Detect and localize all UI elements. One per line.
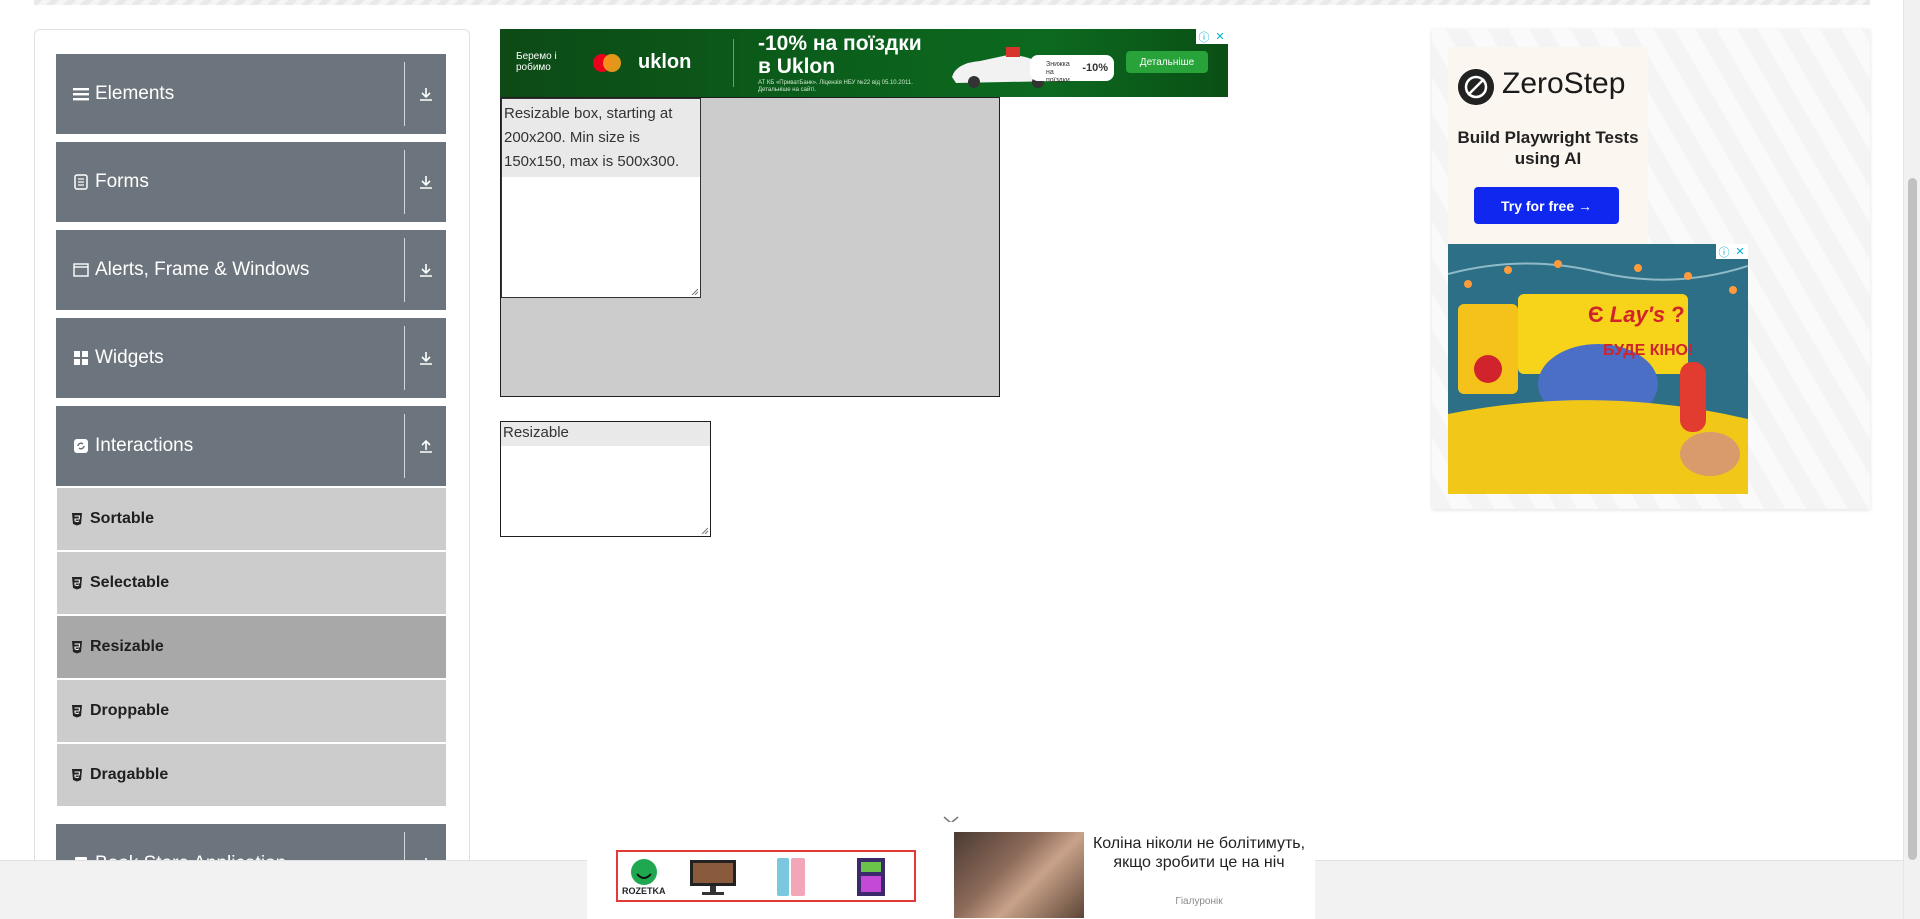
lays-text1: Є [1588, 302, 1604, 327]
html5-icon [71, 704, 83, 718]
rozetka-ad[interactable]: ROZETKA [616, 850, 916, 902]
form-icon [73, 174, 89, 190]
mastercard-logo [593, 54, 621, 72]
ad-info-icon[interactable]: ⓘ [1716, 244, 1732, 259]
lays-brand: Lay's [1609, 302, 1666, 327]
download-arrow-icon[interactable] [404, 238, 446, 302]
news-title[interactable]: Коліна ніколи не болітимуть, якщо зробит… [1084, 834, 1314, 872]
resizable-box-text: Resizable box, starting at 200x200. Min … [502, 99, 700, 177]
scrollbar-thumb[interactable] [1908, 178, 1917, 860]
sidebar-item-label: Droppable [90, 702, 170, 719]
interactions-icon [73, 438, 89, 454]
ad-headline: -10% на поїздки в Uklon [758, 32, 922, 78]
sidebar-item-selectable[interactable]: Selectable [57, 552, 446, 614]
window-icon [73, 262, 89, 278]
download-arrow-icon[interactable] [404, 326, 446, 390]
sidebar-item-sortable[interactable]: Sortable [57, 488, 446, 550]
promo-percent: -10% [1082, 62, 1108, 74]
ad-headline-line1: -10% на поїздки [758, 32, 922, 55]
group-interactions[interactable]: Interactions [56, 406, 446, 486]
uklon-banner-ad[interactable]: Беремо і робимо uklon -10% на поїздки в … [500, 29, 1228, 97]
vertical-scrollbar[interactable] [1903, 0, 1920, 919]
html5-icon [71, 768, 83, 782]
lays-subheadline: БУДЕ КІНО! [1603, 342, 1694, 359]
group-label: Widgets [95, 347, 164, 368]
resize-handle-icon[interactable] [690, 287, 698, 295]
hamburger-icon [73, 86, 89, 102]
sidebar-item-label: Dragabble [90, 766, 169, 783]
zerostep-logo-icon [1458, 69, 1494, 105]
news-thumbnail[interactable] [954, 832, 1084, 918]
group-widgets[interactable]: Widgets [56, 318, 446, 398]
bottom-ad[interactable]: ROZETKA Коліна ніколи не болітимуть, якщ… [587, 822, 1315, 919]
group-elements[interactable]: Elements [56, 54, 446, 134]
zerostep-tagline: Build Playwright Tests using AI [1457, 128, 1639, 168]
ad-brand-text: Беремо і робимо [516, 51, 557, 73]
sidebar-item-label: Resizable [90, 638, 164, 655]
ad-close-icon[interactable]: ✕ [1212, 29, 1228, 44]
uklon-logo: uklon [638, 51, 692, 73]
news-source: Гіалуронік [1175, 896, 1223, 907]
resize-handle-icon[interactable] [700, 526, 708, 534]
ad-details-button[interactable]: Детальніше [1126, 51, 1208, 73]
html5-icon [71, 640, 83, 654]
resizable-label: Resizable [501, 422, 710, 446]
sidebar-item-label: Selectable [90, 574, 170, 591]
sidebar-item-label: Sortable [90, 510, 155, 527]
group-alerts-frame-windows[interactable]: Alerts, Frame & Windows [56, 230, 446, 310]
ad-info-icon[interactable]: ⓘ [1196, 29, 1212, 44]
phone-thumbnail [777, 858, 805, 896]
zerostep-name: ZeroStep [1502, 67, 1626, 100]
resizable-box-free[interactable]: Resizable [500, 421, 711, 537]
zerostep-ad[interactable]: ZeroStep Build Playwright Tests using AI… [1448, 47, 1648, 247]
upload-arrow-icon[interactable] [404, 414, 446, 478]
right-ad-column: ZeroStep Build Playwright Tests using AI… [1432, 29, 1870, 509]
download-arrow-icon[interactable] [404, 150, 446, 214]
resizable-restriction-area: Resizable box, starting at 200x200. Min … [500, 97, 1000, 397]
sidebar-item-droppable[interactable]: Droppable [57, 680, 446, 742]
game-box-thumbnail [857, 858, 885, 896]
group-label: Forms [95, 171, 149, 192]
widgets-icon [73, 350, 89, 366]
lays-headline: Є Lay's ? [1588, 302, 1685, 328]
sidebar-item-resizable[interactable]: Resizable [57, 616, 446, 678]
top-decor-strip [34, 0, 1870, 5]
lays-ad[interactable]: Є Lay's ? БУДЕ КІНО! ⓘ ✕ [1448, 244, 1748, 494]
lays-text2: ? [1671, 302, 1685, 327]
promo-text: Знижка на поїздки [1046, 61, 1070, 84]
group-forms[interactable]: Forms [56, 142, 446, 222]
ad-divider [733, 39, 734, 87]
try-for-free-button[interactable]: Try for free → [1474, 187, 1619, 224]
monitor-thumbnail [690, 860, 736, 895]
ad-headline-line2: в Uklon [758, 55, 836, 78]
sidebar-item-dragabble[interactable]: Dragabble [57, 744, 446, 806]
resizable-box-restricted[interactable]: Resizable box, starting at 200x200. Min … [501, 98, 701, 298]
html5-icon [71, 512, 83, 526]
html5-icon [71, 576, 83, 590]
ad-fine-print: АТ КБ «ПриватБанк». Ліцензія НБУ №22 від… [758, 80, 913, 93]
lays-ad-image [1448, 244, 1748, 494]
group-label: Alerts, Frame & Windows [95, 259, 310, 280]
group-label: Interactions [95, 435, 194, 456]
left-sidebar: Elements Forms Alerts, Frame & Windows W… [34, 29, 470, 919]
group-label: Elements [95, 83, 175, 104]
rozetka-name: ROZETKA [622, 886, 666, 896]
ad-close-icon[interactable]: ✕ [1732, 244, 1748, 259]
download-arrow-icon[interactable] [404, 62, 446, 126]
page: Elements Forms Alerts, Frame & Windows W… [0, 0, 1920, 919]
ad-promo-card: Знижка на поїздки -10% [1030, 55, 1114, 84]
